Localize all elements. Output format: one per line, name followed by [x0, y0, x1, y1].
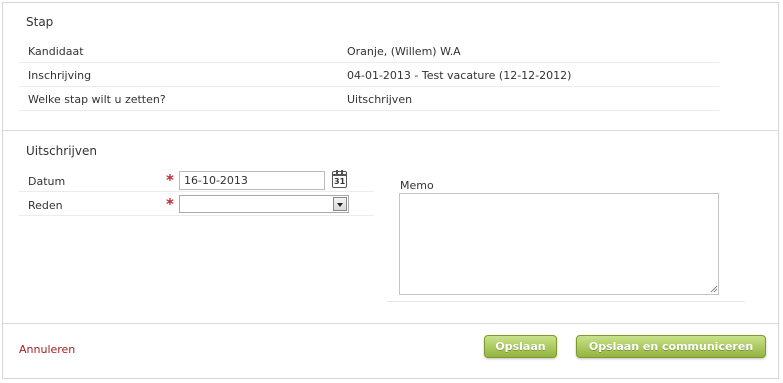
- reden-required-mark: *: [166, 195, 174, 213]
- dropdown-arrow-icon[interactable]: [333, 197, 347, 211]
- memo-divider: [387, 301, 745, 302]
- form-row-reden: Reden *: [19, 194, 374, 216]
- info-row-stap: Welke stap wilt u zetten? Uitschrijven: [19, 88, 719, 111]
- datum-label: Datum: [28, 175, 66, 188]
- stap-question-value: Uitschrijven: [347, 93, 413, 106]
- form-row-datum: Datum * 31: [19, 170, 374, 192]
- info-row-kandidaat: Kandidaat Oranje, (Willem) W.A: [19, 40, 719, 63]
- reden-select[interactable]: [179, 195, 349, 213]
- cancel-link[interactable]: Annuleren: [19, 343, 75, 356]
- calendar-day-number: 31: [334, 177, 346, 186]
- save-and-communicate-button[interactable]: Opslaan en communiceren: [576, 335, 766, 358]
- inschrijving-value: 04-01-2013 - Test vacature (12-12-2012): [347, 69, 572, 82]
- inschrijving-label: Inschrijving: [28, 69, 92, 82]
- kandidaat-label: Kandidaat: [28, 45, 84, 58]
- stap-section-title: Stap: [26, 15, 54, 29]
- kandidaat-value: Oranje, (Willem) W.A: [347, 45, 461, 58]
- calendar-icon[interactable]: 31: [332, 170, 347, 188]
- step-dialog: Stap Kandidaat Oranje, (Willem) W.A Insc…: [2, 2, 779, 379]
- reden-label: Reden: [28, 199, 63, 212]
- footer-divider: [3, 323, 778, 324]
- memo-textarea[interactable]: [399, 193, 719, 295]
- save-button[interactable]: Opslaan: [484, 335, 557, 358]
- memo-label: Memo: [400, 179, 434, 192]
- stap-question-label: Welke stap wilt u zetten?: [28, 93, 166, 106]
- datum-input[interactable]: [179, 171, 325, 190]
- uitschrijven-section-title: Uitschrijven: [26, 144, 97, 158]
- resize-grip-icon[interactable]: [709, 284, 718, 293]
- section-divider: [3, 130, 778, 131]
- info-row-inschrijving: Inschrijving 04-01-2013 - Test vacature …: [19, 64, 719, 87]
- datum-required-mark: *: [166, 171, 174, 189]
